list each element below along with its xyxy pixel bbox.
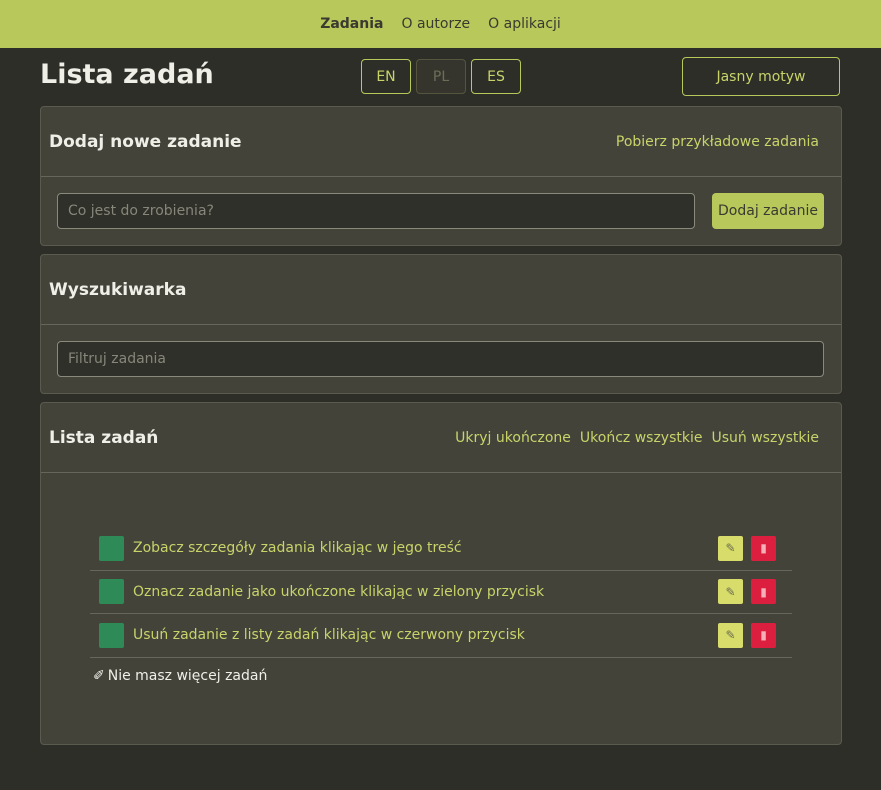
hide-completed-link[interactable]: Ukryj ukończone <box>455 430 571 446</box>
delete-task-button[interactable]: ▮ <box>751 535 776 561</box>
trash-icon: ▮ <box>760 628 767 643</box>
top-nav: Zadania O autorze O aplikacji <box>0 0 881 48</box>
lang-pl-button[interactable]: PL <box>416 59 466 94</box>
search-title: Wyszukiwarka <box>49 279 187 300</box>
lang-en-button[interactable]: EN <box>361 59 411 94</box>
pencil-icon: ✐ <box>93 668 105 684</box>
nav-item-about-app[interactable]: O aplikacji <box>488 16 561 32</box>
load-sample-tasks-link[interactable]: Pobierz przykładowe zadania <box>616 134 819 150</box>
pencil-icon: ✎ <box>725 584 736 599</box>
no-more-tasks-message: ✐ Nie masz więcej zadań <box>93 668 267 684</box>
no-more-tasks-text: Nie masz więcej zadań <box>107 668 268 684</box>
page-header: Lista zadań EN PL ES Jasny motyw <box>0 48 881 106</box>
nav-item-tasks[interactable]: Zadania <box>320 16 383 32</box>
task-list-card: Lista zadań Ukryj ukończone Ukończ wszys… <box>40 402 842 745</box>
language-switcher: EN PL ES <box>361 59 521 94</box>
complete-task-button[interactable] <box>99 622 124 648</box>
complete-task-button[interactable] <box>99 535 124 561</box>
delete-task-button[interactable]: ▮ <box>751 622 776 648</box>
theme-toggle-button[interactable]: Jasny motyw <box>682 57 840 96</box>
complete-all-link[interactable]: Ukończ wszystkie <box>580 430 703 446</box>
trash-icon: ▮ <box>760 541 767 556</box>
edit-task-button[interactable]: ✎ <box>718 535 743 561</box>
search-card: Wyszukiwarka <box>40 254 842 394</box>
task-list-header: Lista zadań Ukryj ukończone Ukończ wszys… <box>41 403 841 473</box>
task-row: Oznacz zadanie jako ukończone klikając w… <box>90 571 792 614</box>
task-list: Zobacz szczegóły zadania klikając w jego… <box>90 527 792 658</box>
add-task-title: Dodaj nowe zadanie <box>49 131 242 152</box>
filter-tasks-input[interactable] <box>57 341 824 377</box>
complete-task-button[interactable] <box>99 579 124 605</box>
search-header: Wyszukiwarka <box>41 255 841 325</box>
task-list-title: Lista zadań <box>49 427 159 448</box>
edit-task-button[interactable]: ✎ <box>718 622 743 648</box>
lang-es-button[interactable]: ES <box>471 59 521 94</box>
task-text[interactable]: Zobacz szczegóły zadania klikając w jego… <box>133 540 718 556</box>
task-text[interactable]: Oznacz zadanie jako ukończone klikając w… <box>133 584 718 600</box>
pencil-icon: ✎ <box>725 628 736 643</box>
new-task-input[interactable] <box>57 193 695 229</box>
edit-task-button[interactable]: ✎ <box>718 579 743 605</box>
add-task-button[interactable]: Dodaj zadanie <box>712 193 824 229</box>
delete-all-link[interactable]: Usuń wszystkie <box>711 430 819 446</box>
delete-task-button[interactable]: ▮ <box>751 579 776 605</box>
page-title: Lista zadań <box>40 59 214 90</box>
trash-icon: ▮ <box>760 584 767 599</box>
add-task-card: Dodaj nowe zadanie Pobierz przykładowe z… <box>40 106 842 246</box>
pencil-icon: ✎ <box>725 541 736 556</box>
add-task-header: Dodaj nowe zadanie Pobierz przykładowe z… <box>41 107 841 177</box>
nav-item-about-author[interactable]: O autorze <box>401 16 470 32</box>
task-text[interactable]: Usuń zadanie z listy zadań klikając w cz… <box>133 627 718 643</box>
task-row: Usuń zadanie z listy zadań klikając w cz… <box>90 614 792 658</box>
task-row: Zobacz szczegóły zadania klikając w jego… <box>90 527 792 571</box>
